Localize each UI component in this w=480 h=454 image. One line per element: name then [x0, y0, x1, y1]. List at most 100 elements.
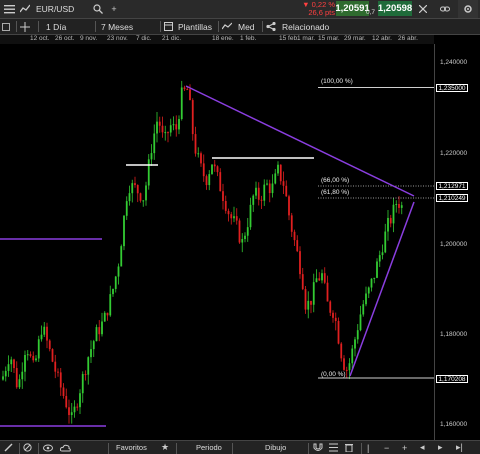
candle-body — [321, 273, 323, 281]
add-icon[interactable]: + — [106, 0, 122, 18]
candle-body — [150, 153, 153, 160]
link-icon[interactable] — [438, 0, 452, 18]
change-block: ▼ 0,22 % 26,6 pts — [302, 1, 335, 17]
date-tick: 23 nov. — [107, 35, 128, 42]
ask-price[interactable]: 1,20598 — [378, 1, 412, 16]
close-icon[interactable] — [416, 0, 430, 18]
date-tick: 26 abr. — [398, 35, 418, 42]
candle-body — [246, 227, 249, 236]
magnet-icon[interactable] — [313, 441, 325, 454]
candle-body — [120, 246, 123, 267]
candle-body — [222, 191, 224, 202]
favorites-button[interactable]: Favoritos — [116, 441, 147, 454]
date-tick: 18 ene. — [212, 35, 234, 42]
candle-body — [142, 200, 145, 202]
candle-body — [153, 133, 156, 154]
candle-body — [268, 183, 271, 194]
checkbox-icon[interactable] — [2, 19, 14, 34]
fib-618-label: (61,80 %) — [321, 189, 350, 196]
price-chart[interactable]: (100,00 %) (66,00 %) (61,80 %) (0,00 %) — [0, 44, 434, 440]
settings-icon[interactable] — [458, 0, 478, 18]
pencil-icon[interactable] — [4, 441, 16, 454]
candle-body — [37, 339, 40, 359]
candle-body — [90, 349, 92, 358]
symbol-label[interactable]: EUR/USD — [32, 0, 90, 18]
candle-body — [359, 314, 362, 331]
candle-body — [257, 187, 260, 200]
date-tick: 21 dic. — [162, 35, 182, 42]
divider — [38, 443, 39, 454]
candle-body — [180, 87, 183, 120]
date-tick: 9 nov. — [80, 35, 98, 42]
candle-body — [356, 330, 359, 340]
candle-body — [117, 266, 120, 277]
date-tick: 15 mar. — [318, 35, 340, 42]
period-button[interactable]: Periodo — [196, 441, 222, 454]
price-tick: 1,220000 — [440, 150, 468, 157]
candle-body — [213, 164, 216, 167]
price-marker-fib66: 1,212971 — [436, 182, 468, 190]
candle-body — [139, 193, 142, 201]
zoom-in-icon[interactable]: + — [402, 441, 412, 454]
candle-body — [169, 125, 172, 133]
date-tick: 12 abr. — [372, 35, 392, 42]
drawing-button[interactable]: Dibujo — [265, 441, 286, 454]
candle-body — [233, 216, 235, 219]
date-tick: 1 feb. — [240, 35, 257, 42]
search-icon[interactable] — [90, 0, 106, 18]
candle-body — [285, 185, 288, 197]
candle-body — [161, 125, 164, 133]
eye-icon[interactable] — [43, 441, 55, 454]
candle-body — [211, 164, 213, 175]
crosshair-icon[interactable] — [20, 19, 34, 34]
related-button[interactable]: Relacionado — [282, 19, 329, 34]
candle-body — [271, 183, 274, 194]
divider — [218, 21, 219, 32]
no-entry-icon[interactable] — [23, 441, 35, 454]
date-axis: 12 oct. 26 oct. 9 nov. 23 nov. 7 dic. 21 dic.… — [0, 35, 434, 44]
candle-body — [290, 215, 293, 232]
zoom-out-icon[interactable]: − — [384, 441, 394, 454]
cloud-icon[interactable] — [60, 441, 72, 454]
candle-body — [255, 187, 257, 196]
date-tick: 29 mar. — [344, 35, 366, 42]
price-tick: 1,200000 — [440, 241, 468, 248]
candle-body — [277, 164, 279, 174]
fib-tool-icon[interactable] — [329, 441, 341, 454]
price-marker-fib0: 1,170208 — [436, 375, 468, 383]
candle-body — [46, 326, 48, 341]
candle-body — [340, 343, 343, 359]
bid-price[interactable]: 1,20591 — [335, 1, 370, 16]
templates-button[interactable]: Plantillas — [178, 19, 212, 34]
candle-body — [398, 204, 400, 208]
trash-icon[interactable] — [345, 441, 357, 454]
scroll-right-icon[interactable]: ▸ — [438, 441, 448, 454]
divider — [38, 21, 39, 32]
candle-body — [235, 216, 238, 221]
candle-body — [136, 185, 139, 194]
divider — [232, 443, 233, 454]
candle-body — [299, 251, 301, 275]
menu-icon[interactable] — [0, 0, 18, 18]
candle-body — [266, 183, 268, 185]
chart-type-icon[interactable] — [18, 0, 32, 18]
template-icon — [164, 19, 176, 34]
scroll-start-icon[interactable]: ◂ — [420, 441, 430, 454]
candle-body — [230, 214, 233, 219]
indicator-button[interactable]: Med — [238, 19, 255, 34]
related-icon — [266, 19, 280, 34]
candle-body — [244, 235, 246, 239]
candle-body — [334, 317, 337, 321]
scroll-left-icon[interactable]: | — [367, 441, 377, 454]
candle-body — [145, 185, 147, 201]
date-tick: 15 feb. — [279, 35, 299, 42]
candle-body — [227, 210, 230, 215]
candle-body — [249, 204, 252, 228]
period-select[interactable]: 7 Meses — [101, 19, 133, 34]
star-icon[interactable]: ★ — [161, 441, 173, 454]
candlestick-chart — [0, 80, 434, 427]
timeframe-select[interactable]: 1 Día — [46, 19, 66, 34]
candle-body — [395, 204, 398, 206]
candle-body — [354, 339, 356, 349]
scroll-end-icon[interactable]: ▸| — [456, 441, 468, 454]
